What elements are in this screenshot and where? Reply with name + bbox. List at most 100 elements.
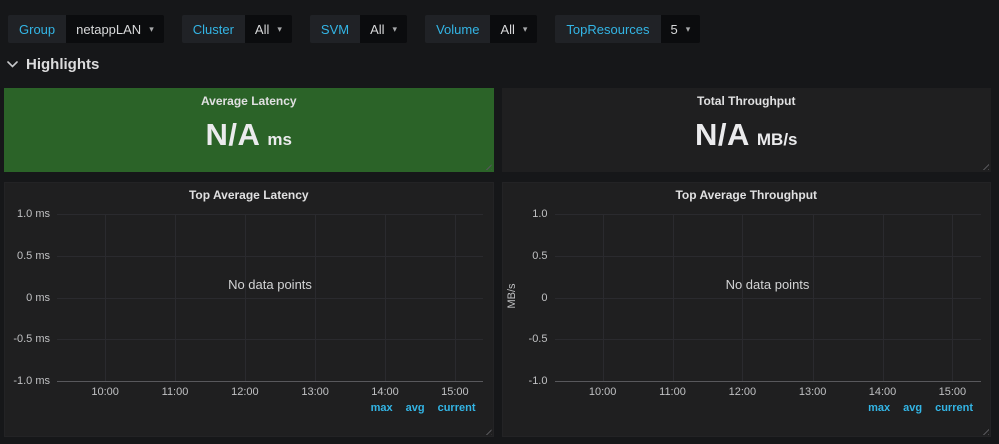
gridline: [57, 339, 483, 340]
no-data-message: No data points: [228, 277, 312, 292]
stat-value: N/A: [206, 117, 261, 153]
variable-control-group: GroupnetappLAN▾: [8, 15, 164, 43]
panel-title[interactable]: Total Throughput: [503, 94, 991, 108]
variable-label-group: Group: [8, 15, 66, 43]
legend-item-max[interactable]: max: [371, 402, 393, 414]
y-tick-label: 0: [541, 292, 547, 304]
panel-title[interactable]: Top Average Throughput: [503, 188, 991, 202]
gridline: [57, 214, 483, 215]
gridline: [385, 214, 386, 381]
stat-panel-total-throughput: Total Throughput N/A MB/s: [502, 88, 992, 172]
gridline: [555, 214, 981, 215]
stat-value-row: N/A ms: [5, 117, 493, 153]
section-title: Highlights: [26, 56, 99, 73]
x-tick-label: 14:00: [869, 386, 897, 398]
x-tick-label: 15:00: [939, 386, 967, 398]
gridline: [555, 256, 981, 257]
plot-area[interactable]: No data points: [555, 214, 981, 381]
y-tick-label: -0.5 ms: [13, 333, 50, 345]
y-tick-label: 0 ms: [26, 292, 50, 304]
x-tick-label: 12:00: [231, 386, 259, 398]
stats-row: Average Latency N/A ms Total Throughput …: [4, 88, 991, 172]
variable-control-cluster: ClusterAll▾: [182, 15, 292, 43]
chart-legend: max avg current: [371, 402, 476, 414]
chart-panel-top-average-latency: Top Average Latency 1.0 ms 0.5 ms 0 ms -0.5…: [4, 182, 494, 437]
x-tick-label: 11:00: [659, 386, 686, 398]
legend-item-avg[interactable]: avg: [903, 402, 922, 414]
y-axis-ticks: 1.00.50-0.5-1.0: [503, 214, 548, 381]
variable-label-svm: SVM: [310, 15, 360, 43]
plot-area[interactable]: No data points: [57, 214, 483, 381]
gridline: [57, 298, 483, 299]
variable-value-volume[interactable]: All▾: [490, 15, 537, 43]
dropdown-caret-icon: ▾: [686, 25, 691, 34]
x-tick-label: 14:00: [371, 386, 399, 398]
variable-label-volume: Volume: [425, 15, 490, 43]
y-tick-label: -1.0: [529, 375, 548, 387]
gridline: [883, 214, 884, 381]
gridline: [555, 298, 981, 299]
panel-title[interactable]: Average Latency: [5, 94, 493, 108]
y-tick-label: 0.5: [532, 250, 547, 262]
panel-resize-handle[interactable]: [483, 426, 492, 435]
y-tick-label: 1.0: [532, 208, 547, 220]
variable-value-group[interactable]: netappLAN▾: [66, 15, 164, 43]
panel-resize-handle[interactable]: [980, 426, 989, 435]
legend-item-max[interactable]: max: [868, 402, 890, 414]
panel-resize-handle[interactable]: [483, 161, 492, 170]
y-tick-label: 1.0 ms: [17, 208, 50, 220]
variable-label-topresources: TopResources: [555, 15, 660, 43]
gridline: [245, 214, 246, 381]
dropdown-caret-icon: ▾: [523, 25, 528, 34]
stat-unit: ms: [267, 130, 292, 150]
panel-title[interactable]: Top Average Latency: [5, 188, 493, 202]
x-tick-label: 10:00: [91, 386, 119, 398]
legend-item-current[interactable]: current: [935, 402, 973, 414]
gridline: [57, 381, 483, 382]
gridline: [57, 256, 483, 257]
no-data-message: No data points: [726, 277, 810, 292]
stat-unit: MB/s: [757, 130, 798, 150]
x-axis-ticks: 10:00 11:00 12:00 13:00 14:00 15:00: [555, 386, 981, 400]
gridline: [555, 339, 981, 340]
gridline: [673, 214, 674, 381]
variable-value-topresources[interactable]: 5▾: [661, 15, 701, 43]
gridline: [952, 214, 953, 381]
charts-row: Top Average Latency 1.0 ms 0.5 ms 0 ms -0.5…: [4, 182, 991, 437]
grafana-dashboard: GroupnetappLAN▾ClusterAll▾SVMAll▾VolumeA…: [0, 0, 999, 444]
gridline: [742, 214, 743, 381]
variable-label-cluster: Cluster: [182, 15, 245, 43]
gridline: [813, 214, 814, 381]
dropdown-caret-icon: ▾: [277, 25, 282, 34]
gridline: [175, 214, 176, 381]
chart-legend: max avg current: [868, 402, 973, 414]
stat-value: N/A: [695, 117, 750, 153]
gridline: [603, 214, 604, 381]
gridline: [315, 214, 316, 381]
panel-resize-handle[interactable]: [980, 161, 989, 170]
dropdown-caret-icon: ▾: [393, 25, 398, 34]
variable-control-volume: VolumeAll▾: [425, 15, 537, 43]
legend-item-current[interactable]: current: [438, 402, 476, 414]
dropdown-caret-icon: ▾: [149, 25, 154, 34]
variable-value-svm[interactable]: All▾: [360, 15, 407, 43]
x-tick-label: 11:00: [162, 386, 189, 398]
x-tick-label: 13:00: [301, 386, 329, 398]
variable-control-svm: SVMAll▾: [310, 15, 407, 43]
gridline: [555, 381, 981, 382]
variable-control-topresources: TopResources5▾: [555, 15, 700, 43]
stat-panel-average-latency: Average Latency N/A ms: [4, 88, 494, 172]
x-tick-label: 10:00: [589, 386, 617, 398]
chevron-down-icon: [7, 61, 18, 68]
section-row-highlights[interactable]: Highlights: [7, 56, 99, 73]
legend-item-avg[interactable]: avg: [406, 402, 425, 414]
y-axis-ticks: 1.0 ms0.5 ms0 ms-0.5 ms-1.0 ms: [5, 214, 50, 381]
variable-value-cluster[interactable]: All▾: [245, 15, 292, 43]
x-axis-ticks: 10:00 11:00 12:00 13:00 14:00 15:00: [57, 386, 483, 400]
x-tick-label: 15:00: [441, 386, 469, 398]
x-tick-label: 13:00: [799, 386, 827, 398]
gridline: [105, 214, 106, 381]
y-tick-label: 0.5 ms: [17, 250, 50, 262]
x-tick-label: 12:00: [729, 386, 757, 398]
y-tick-label: -0.5: [529, 333, 548, 345]
